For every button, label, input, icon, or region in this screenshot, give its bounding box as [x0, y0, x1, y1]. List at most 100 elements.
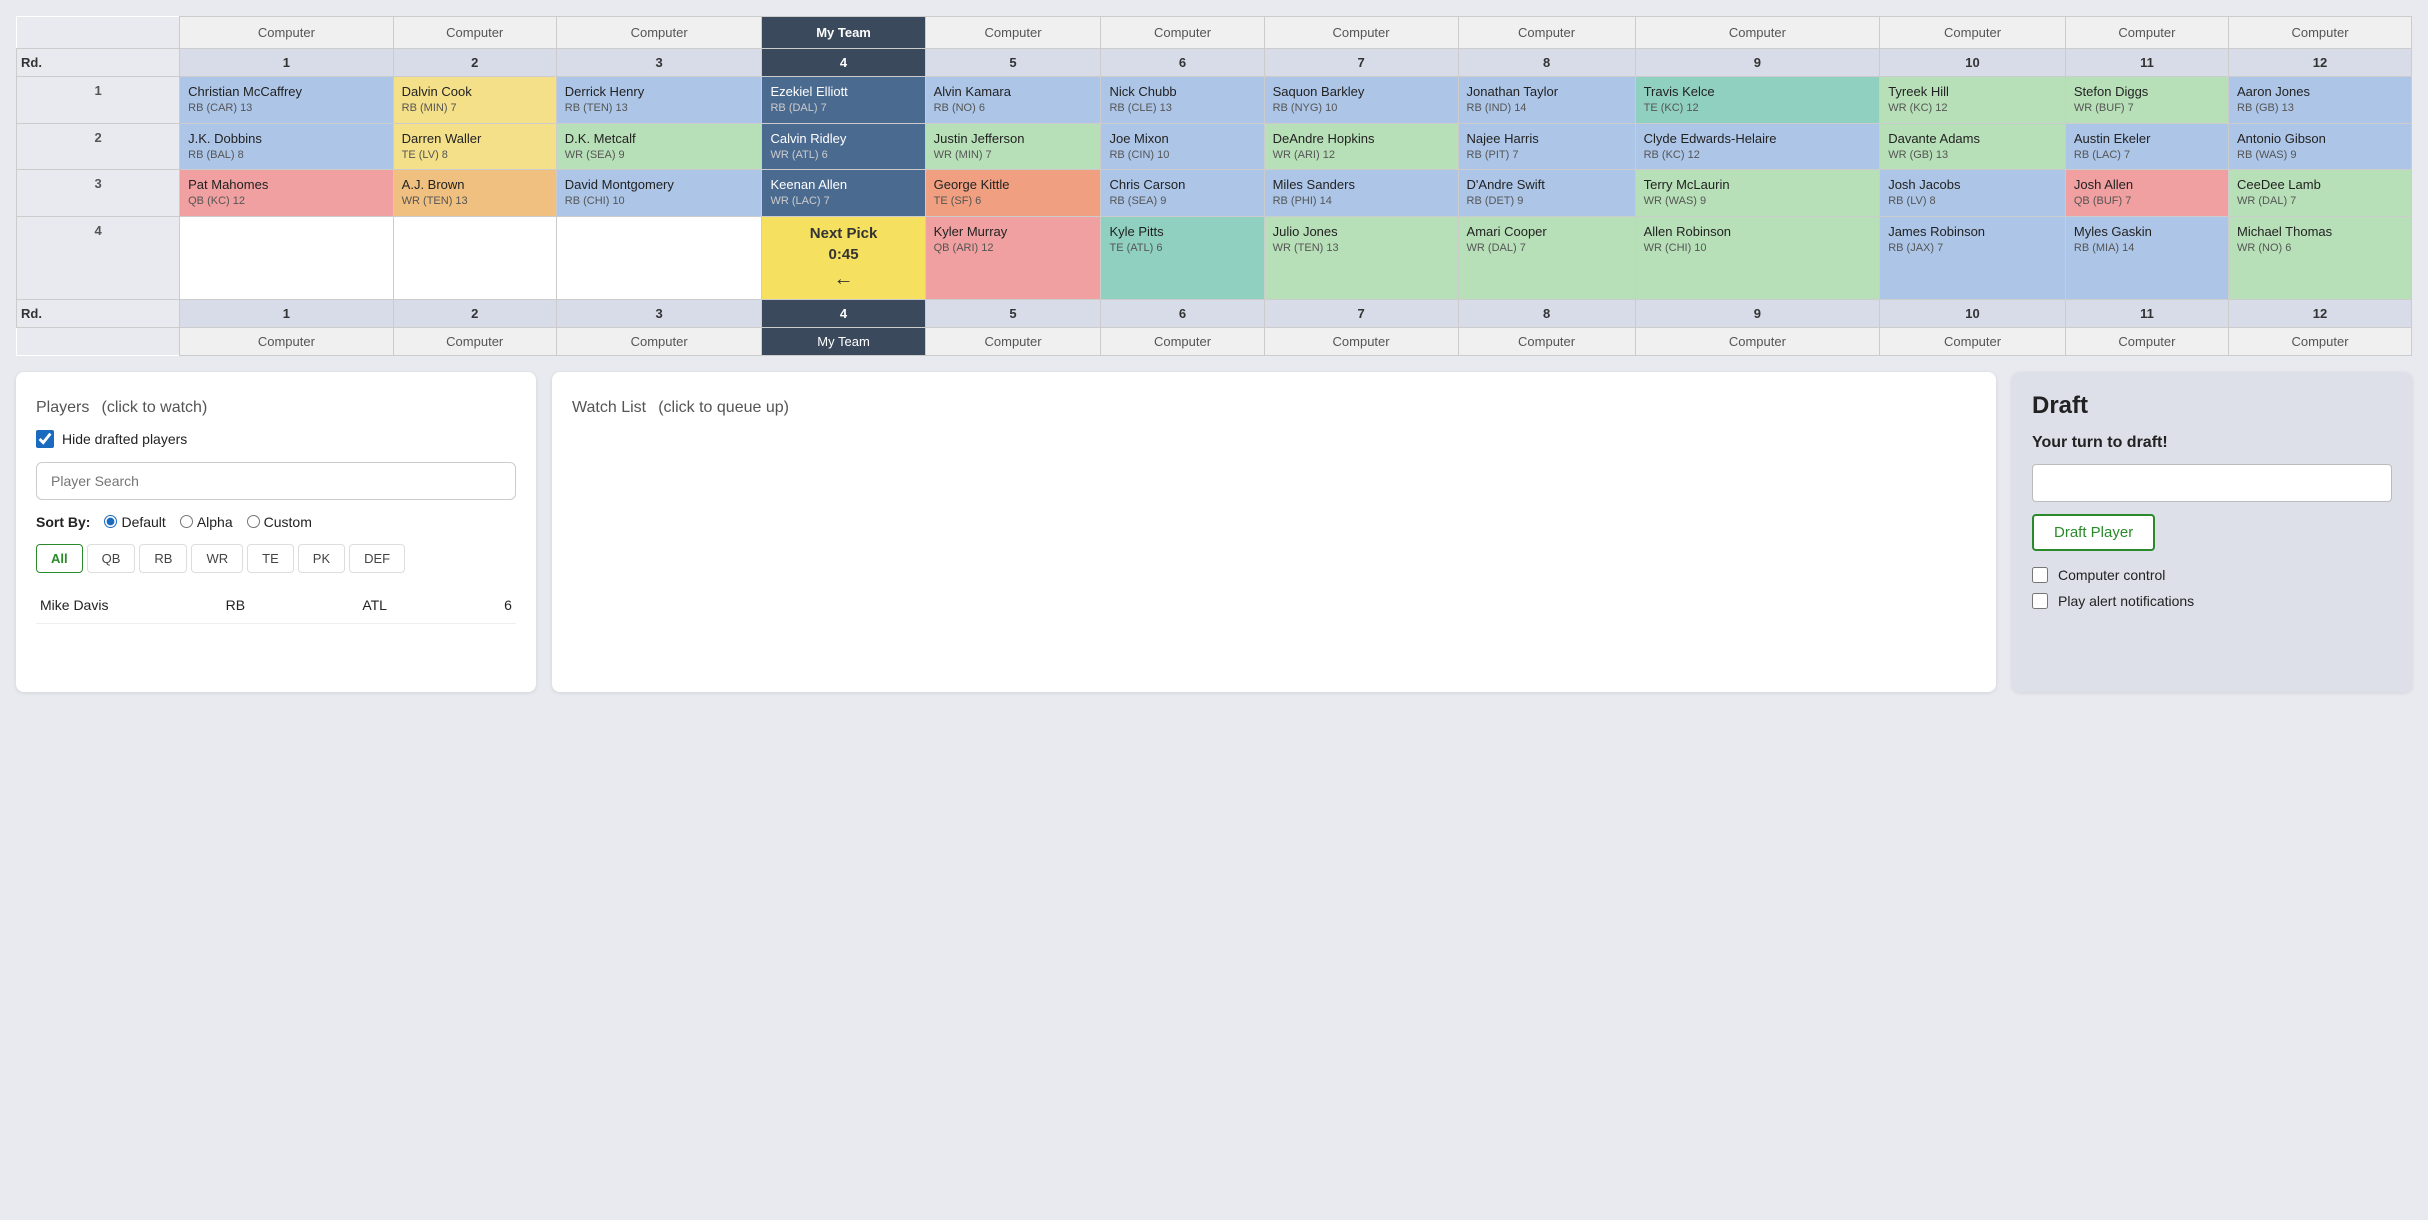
player-cell-name: Calvin Ridley — [770, 130, 916, 148]
draft-cell-r3-c12[interactable]: CeeDee LambWR (DAL) 7 — [2229, 170, 2412, 217]
draft-cell-r4-c11[interactable]: Myles GaskinRB (MIA) 14 — [2065, 216, 2228, 299]
draft-cell-r3-c7[interactable]: Miles SandersRB (PHI) 14 — [1264, 170, 1458, 217]
draft-cell-r1-c9[interactable]: Travis KelceTE (KC) 12 — [1635, 77, 1880, 124]
draft-cell-r1-c5[interactable]: Alvin KamaraRB (NO) 6 — [925, 77, 1101, 124]
draft-cell-r1-c6[interactable]: Nick ChubbRB (CLE) 13 — [1101, 77, 1264, 124]
filter-tab-rb[interactable]: RB — [139, 544, 187, 573]
sort-alpha-radio[interactable] — [180, 515, 193, 528]
play-alert-checkbox[interactable] — [2032, 593, 2048, 609]
round-label-3: 3 — [17, 170, 180, 217]
draft-cell-r4-c8[interactable]: Amari CooperWR (DAL) 7 — [1458, 216, 1635, 299]
player-cell-info: RB (CIN) 10 — [1109, 148, 1255, 163]
draft-cell-r2-c11[interactable]: Austin EkelerRB (LAC) 7 — [2065, 123, 2228, 170]
draft-cell-r3-c8[interactable]: D'Andre SwiftRB (DET) 9 — [1458, 170, 1635, 217]
filter-tab-qb[interactable]: QB — [87, 544, 136, 573]
col-num-12: 12 — [2229, 49, 2412, 77]
col-num-3: 3 — [556, 49, 762, 77]
player-cell-name: Julio Jones — [1273, 223, 1450, 241]
sort-alpha-label[interactable]: Alpha — [180, 514, 233, 530]
player-cell-name: CeeDee Lamb — [2237, 176, 2403, 194]
col-num-10: 10 — [1880, 49, 2066, 77]
draft-cell-r4-c6[interactable]: Kyle PittsTE (ATL) 6 — [1101, 216, 1264, 299]
draft-cell-r4-c4[interactable]: Next Pick0:45← — [762, 216, 925, 299]
computer-control-checkbox[interactable] — [2032, 567, 2048, 583]
draft-cell-r4-c12[interactable]: Michael ThomasWR (NO) 6 — [2229, 216, 2412, 299]
draft-cell-r3-c2[interactable]: A.J. BrownWR (TEN) 13 — [393, 170, 556, 217]
player-search-input[interactable] — [36, 462, 516, 500]
player-cell-name: D'Andre Swift — [1467, 176, 1627, 194]
draft-cell-r2-c7[interactable]: DeAndre HopkinsWR (ARI) 12 — [1264, 123, 1458, 170]
draft-cell-r2-c4[interactable]: Calvin RidleyWR (ATL) 6 — [762, 123, 925, 170]
player-cell-info: WR (TEN) 13 — [402, 194, 548, 209]
col-num-bottom-7: 7 — [1264, 299, 1458, 327]
draft-cell-r1-c3[interactable]: Derrick HenryRB (TEN) 13 — [556, 77, 762, 124]
draft-cell-r2-c2[interactable]: Darren WallerTE (LV) 8 — [393, 123, 556, 170]
draft-cell-r3-c1[interactable]: Pat MahomesQB (KC) 12 — [180, 170, 394, 217]
draft-cell-r1-c11[interactable]: Stefon DiggsWR (BUF) 7 — [2065, 77, 2228, 124]
sort-default-label[interactable]: Default — [104, 514, 165, 530]
player-cell-name: Jonathan Taylor — [1467, 83, 1627, 101]
draft-player-input[interactable] — [2032, 464, 2392, 502]
draft-cell-r2-c10[interactable]: Davante AdamsWR (GB) 13 — [1880, 123, 2066, 170]
draft-cell-r1-c4[interactable]: Ezekiel ElliottRB (DAL) 7 — [762, 77, 925, 124]
sort-default-text: Default — [121, 514, 165, 530]
player-cell-name: Myles Gaskin — [2074, 223, 2220, 241]
footer-col-1: Computer — [180, 327, 394, 355]
col-num-7: 7 — [1264, 49, 1458, 77]
sort-custom-label[interactable]: Custom — [247, 514, 312, 530]
player-cell-info: RB (CHI) 10 — [565, 194, 754, 209]
sort-custom-radio[interactable] — [247, 515, 260, 528]
draft-cell-r1-c10[interactable]: Tyreek HillWR (KC) 12 — [1880, 77, 2066, 124]
draft-cell-r4-c10[interactable]: James RobinsonRB (JAX) 7 — [1880, 216, 2066, 299]
draft-cell-r1-c2[interactable]: Dalvin CookRB (MIN) 7 — [393, 77, 556, 124]
draft-cell-r3-c10[interactable]: Josh JacobsRB (LV) 8 — [1880, 170, 2066, 217]
player-cell-info: WR (LAC) 7 — [770, 194, 916, 209]
player-list-item[interactable]: Mike Davis RB ATL 6 — [36, 587, 516, 624]
draft-cell-r4-c5[interactable]: Kyler MurrayQB (ARI) 12 — [925, 216, 1101, 299]
filter-tab-all[interactable]: All — [36, 544, 83, 573]
round-number-row: Rd. 1 2 3 4 5 6 7 8 9 10 11 12 — [17, 49, 2412, 77]
filter-tab-wr[interactable]: WR — [191, 544, 243, 573]
draft-cell-r2-c3[interactable]: D.K. MetcalfWR (SEA) 9 — [556, 123, 762, 170]
col-num-bottom-6: 6 — [1101, 299, 1264, 327]
draft-cell-r3-c4[interactable]: Keenan AllenWR (LAC) 7 — [762, 170, 925, 217]
draft-cell-r4-c9[interactable]: Allen RobinsonWR (CHI) 10 — [1635, 216, 1880, 299]
draft-player-button[interactable]: Draft Player — [2032, 514, 2155, 551]
col-num-bottom-1: 1 — [180, 299, 394, 327]
player-cell-info: WR (GB) 13 — [1888, 148, 2057, 163]
filter-tab-def[interactable]: DEF — [349, 544, 405, 573]
player-cell-info: TE (SF) 6 — [934, 194, 1093, 209]
draft-cell-r1-c7[interactable]: Saquon BarkleyRB (NYG) 10 — [1264, 77, 1458, 124]
bottom-panels: Players (click to watch) Hide drafted pl… — [0, 356, 2428, 708]
hide-drafted-checkbox[interactable] — [36, 430, 54, 448]
draft-cell-r1-c8[interactable]: Jonathan TaylorRB (IND) 14 — [1458, 77, 1635, 124]
draft-cell-r2-c9[interactable]: Clyde Edwards-HelaireRB (KC) 12 — [1635, 123, 1880, 170]
player-cell-name: Travis Kelce — [1644, 83, 1872, 101]
round-row-3: 3Pat MahomesQB (KC) 12A.J. BrownWR (TEN)… — [17, 170, 2412, 217]
draft-cell-r1-c12[interactable]: Aaron JonesRB (GB) 13 — [2229, 77, 2412, 124]
draft-cell-r4-c7[interactable]: Julio JonesWR (TEN) 13 — [1264, 216, 1458, 299]
draft-cell-r2-c12[interactable]: Antonio GibsonRB (WAS) 9 — [2229, 123, 2412, 170]
sort-default-radio[interactable] — [104, 515, 117, 528]
player-cell-name: Christian McCaffrey — [188, 83, 385, 101]
player-cell-info: WR (ARI) 12 — [1273, 148, 1450, 163]
draft-cell-r3-c3[interactable]: David MontgomeryRB (CHI) 10 — [556, 170, 762, 217]
col-num-bottom-8: 8 — [1458, 299, 1635, 327]
draft-cell-r3-c6[interactable]: Chris CarsonRB (SEA) 9 — [1101, 170, 1264, 217]
draft-cell-r2-c6[interactable]: Joe MixonRB (CIN) 10 — [1101, 123, 1264, 170]
filter-tab-pk[interactable]: PK — [298, 544, 345, 573]
draft-cell-r1-c1[interactable]: Christian McCaffreyRB (CAR) 13 — [180, 77, 394, 124]
draft-cell-r2-c1[interactable]: J.K. DobbinsRB (BAL) 8 — [180, 123, 394, 170]
draft-cell-r3-c5[interactable]: George KittleTE (SF) 6 — [925, 170, 1101, 217]
player-cell-info: RB (MIN) 7 — [402, 101, 548, 116]
col-num-8: 8 — [1458, 49, 1635, 77]
round-label-1: 1 — [17, 77, 180, 124]
draft-cell-r3-c11[interactable]: Josh AllenQB (BUF) 7 — [2065, 170, 2228, 217]
draft-cell-r2-c8[interactable]: Najee HarrisRB (PIT) 7 — [1458, 123, 1635, 170]
draft-cell-r2-c5[interactable]: Justin JeffersonWR (MIN) 7 — [925, 123, 1101, 170]
players-panel: Players (click to watch) Hide drafted pl… — [16, 372, 536, 692]
col-num-bottom-12: 12 — [2229, 299, 2412, 327]
filter-tab-te[interactable]: TE — [247, 544, 294, 573]
draft-cell-r3-c9[interactable]: Terry McLaurinWR (WAS) 9 — [1635, 170, 1880, 217]
player-cell-name: George Kittle — [934, 176, 1093, 194]
